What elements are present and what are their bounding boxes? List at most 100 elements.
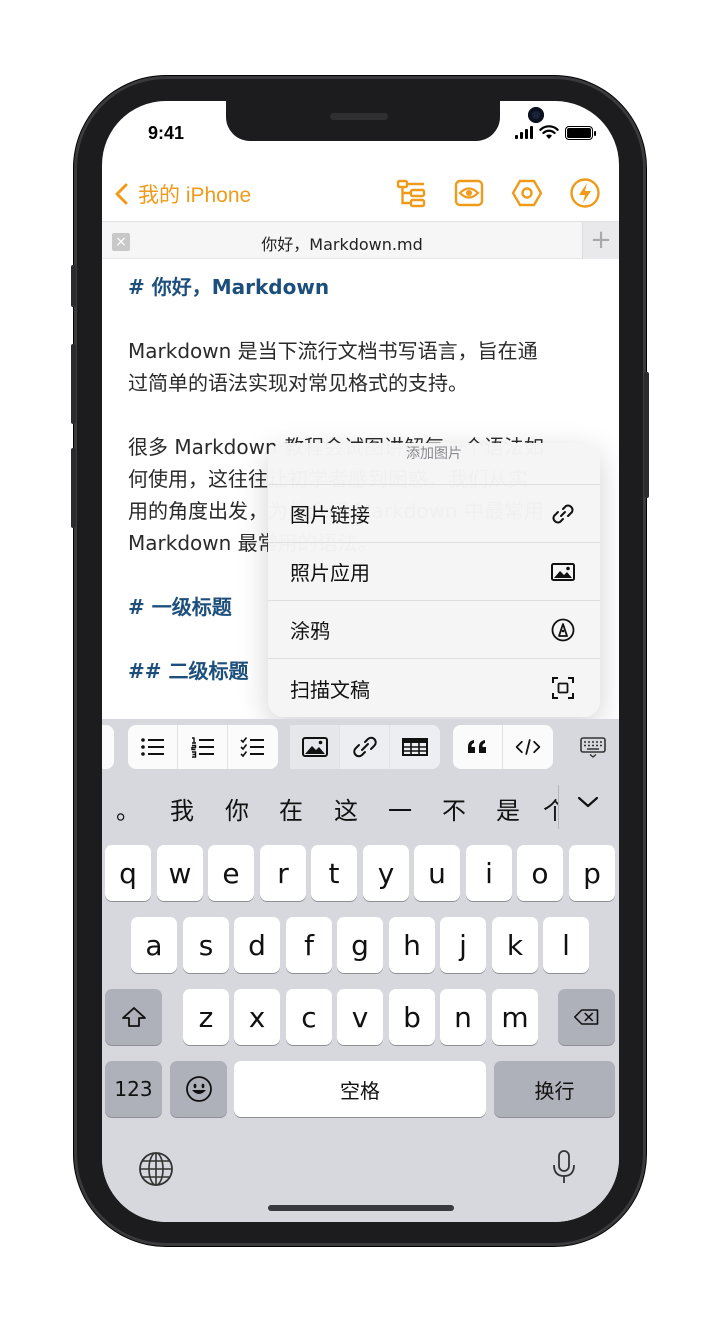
- key-p[interactable]: p: [569, 845, 615, 901]
- menu-item-photos-app[interactable]: 照片应用: [268, 543, 600, 601]
- volume-up-button: [71, 344, 76, 424]
- return-key[interactable]: 换行: [494, 1061, 615, 1117]
- home-indicator[interactable]: [268, 1205, 454, 1211]
- candidate[interactable]: 你: [225, 791, 249, 826]
- key-o[interactable]: o: [517, 845, 563, 901]
- wifi-icon: [539, 125, 559, 139]
- quote-icon: [467, 740, 486, 753]
- key-w[interactable]: w: [157, 845, 203, 901]
- toolbar-group-lists: [128, 725, 278, 769]
- key-i[interactable]: i: [466, 845, 512, 901]
- candidate[interactable]: 不: [442, 791, 466, 826]
- back-button[interactable]: 我的 iPhone: [114, 179, 251, 209]
- emoji-key[interactable]: [170, 1061, 227, 1117]
- status-icons: [515, 125, 596, 140]
- keyboard-dismiss-icon: [580, 737, 606, 758]
- editor-line: # 你好，Markdown: [128, 275, 330, 299]
- numbers-key[interactable]: 123: [105, 1061, 162, 1117]
- ime-candidate-bar: 。 我 你 在 这 一 不 是 个: [102, 777, 619, 837]
- outline-icon[interactable]: [395, 177, 427, 209]
- bulleted-list-icon: [140, 738, 164, 756]
- key-n[interactable]: n: [440, 989, 486, 1045]
- key-l[interactable]: l: [543, 917, 589, 973]
- numbered-list-icon: [190, 737, 214, 758]
- volume-down-button: [71, 448, 76, 528]
- shift-key[interactable]: [105, 989, 162, 1045]
- candidate[interactable]: 这: [334, 791, 358, 826]
- delete-key[interactable]: [558, 989, 615, 1045]
- key-c[interactable]: c: [286, 989, 332, 1045]
- candidate[interactable]: 一: [388, 791, 412, 826]
- key-t[interactable]: t: [311, 845, 357, 901]
- key-m[interactable]: m: [492, 989, 538, 1045]
- candidate-divider: [558, 785, 559, 829]
- key-r[interactable]: r: [260, 845, 306, 901]
- insert-link-button[interactable]: [340, 725, 390, 769]
- bulleted-list-button[interactable]: [128, 725, 178, 769]
- preview-icon[interactable]: [453, 177, 485, 209]
- key-v[interactable]: v: [337, 989, 383, 1045]
- document-tab-bar: × 你好，Markdown.md +: [102, 221, 619, 259]
- delete-backward-icon: [573, 1009, 598, 1025]
- key-y[interactable]: y: [363, 845, 409, 901]
- key-q[interactable]: q: [105, 845, 151, 901]
- menu-item-image-link[interactable]: 图片链接: [268, 485, 600, 543]
- key-u[interactable]: u: [414, 845, 460, 901]
- key-h[interactable]: h: [389, 917, 435, 973]
- key-d[interactable]: d: [234, 917, 280, 973]
- toolbar-group-blocks: [453, 725, 553, 769]
- front-camera: [528, 107, 544, 123]
- code-button[interactable]: [503, 725, 553, 769]
- menu-item-label: 涂鸦: [290, 619, 330, 643]
- key-g[interactable]: g: [337, 917, 383, 973]
- key-f[interactable]: f: [286, 917, 332, 973]
- candidate[interactable]: 是: [496, 791, 520, 826]
- key-j[interactable]: j: [440, 917, 486, 973]
- settings-icon[interactable]: [511, 177, 543, 209]
- candidate[interactable]: 在: [279, 791, 303, 826]
- silent-switch: [71, 265, 76, 307]
- formatting-toolbar: [102, 719, 619, 777]
- insert-table-button[interactable]: [390, 725, 440, 769]
- navigation-bar: 我的 iPhone: [102, 171, 619, 219]
- insert-image-button[interactable]: [290, 725, 340, 769]
- code-icon: [515, 739, 541, 755]
- microphone-icon[interactable]: [546, 1149, 582, 1185]
- key-k[interactable]: k: [492, 917, 538, 973]
- emoji-icon: [185, 1076, 212, 1102]
- checklist-button[interactable]: [228, 725, 278, 769]
- globe-icon[interactable]: [138, 1151, 174, 1187]
- quote-button[interactable]: [453, 725, 503, 769]
- cellular-signal-icon: [515, 126, 533, 139]
- editor-line: Markdown 是当下流行文档书写语言，旨在通: [128, 339, 538, 363]
- space-key[interactable]: 空格: [234, 1061, 486, 1117]
- numbered-list-button[interactable]: [178, 725, 228, 769]
- add-tab-button[interactable]: +: [582, 222, 619, 259]
- key-b[interactable]: b: [389, 989, 435, 1045]
- status-time: 9:41: [148, 123, 185, 143]
- dismiss-keyboard-button[interactable]: [568, 725, 618, 769]
- candidate[interactable]: 个: [543, 791, 558, 826]
- checklist-icon: [240, 737, 264, 758]
- key-x[interactable]: x: [234, 989, 280, 1045]
- key-a[interactable]: a: [131, 917, 177, 973]
- menu-item-scan-document[interactable]: 扫描文稿: [268, 659, 600, 717]
- menu-item-label: 图片链接: [290, 503, 370, 527]
- chevron-down-icon[interactable]: [577, 795, 599, 809]
- candidate[interactable]: 。: [116, 791, 140, 826]
- action-icon[interactable]: [569, 177, 601, 209]
- link-icon: [552, 504, 574, 523]
- menu-item-doodle[interactable]: 涂鸦: [268, 601, 600, 659]
- document-tab-title[interactable]: 你好，Markdown.md: [102, 231, 582, 255]
- candidate[interactable]: 我: [170, 791, 194, 826]
- add-image-menu: 添加图片 图片链接 照片应用 涂鸦 扫描文稿: [268, 443, 600, 717]
- key-z[interactable]: z: [183, 989, 229, 1045]
- battery-icon: [565, 125, 596, 140]
- key-e[interactable]: e: [208, 845, 254, 901]
- menu-item-label: 扫描文稿: [290, 677, 370, 702]
- key-s[interactable]: s: [183, 917, 229, 973]
- shift-icon: [121, 1007, 146, 1027]
- pen-tip-icon: [551, 618, 575, 641]
- notch: [226, 101, 544, 141]
